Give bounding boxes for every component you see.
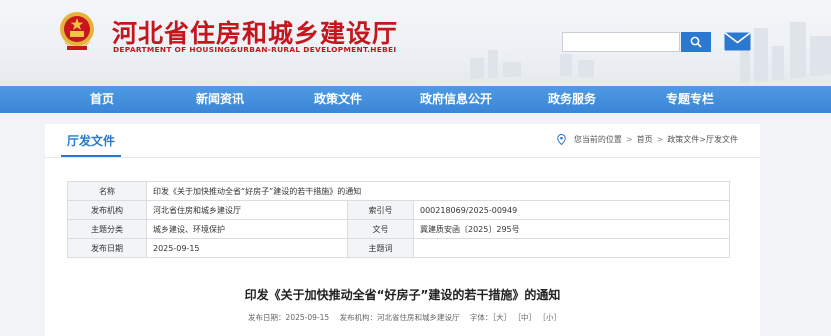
meta-key-date: 发布日期 <box>67 238 147 258</box>
table-row: 名称 印发《关于加快推动全省“好房子”建设的若干措施》的通知 <box>67 181 730 201</box>
font-size-medium-button[interactable]: ［中］ <box>514 313 537 322</box>
section-tab[interactable]: 厅发文件 <box>67 132 115 149</box>
meta-value-date: 2025-09-15 <box>146 238 348 258</box>
breadcrumb-home[interactable]: 首页 <box>637 134 653 145</box>
font-size-label: 字体： <box>469 313 493 322</box>
meta-value-index: 000218069/2025-00949 <box>413 200 730 220</box>
breadcrumb: 您当前的位置 > 首页 > 政策文件>厅发文件 <box>557 134 738 145</box>
search-icon <box>690 36 702 48</box>
breadcrumb-label: 您当前的位置 <box>573 135 622 144</box>
meta-key-index: 索引号 <box>347 200 414 220</box>
national-emblem-icon <box>60 12 94 50</box>
document-meta-table: 名称 印发《关于加快推动全省“好房子”建设的若干措施》的通知 发布机构 河北省住… <box>67 181 730 258</box>
main-nav: 首页 新闻资讯 政策文件 政府信息公开 政务服务 专题专栏 <box>0 86 831 113</box>
document-info-line: 发布日期：2025-09-15 发布机构：河北省住房和城乡建设厅 字体：［大］ … <box>45 312 760 323</box>
meta-value-org: 河北省住房和城乡建设厅 <box>146 200 348 220</box>
breadcrumb-separator: > <box>656 135 664 144</box>
location-pin-icon <box>557 134 566 145</box>
search-input[interactable] <box>562 32 680 52</box>
table-row: 主题分类 城乡建设、环境保护 文号 冀建质安函〔2025〕295号 <box>67 219 730 239</box>
table-row: 发布日期 2025-09-15 主题词 <box>67 238 730 258</box>
mail-icon[interactable] <box>724 32 751 51</box>
nav-item-news[interactable]: 新闻资讯 <box>165 86 275 113</box>
panel-divider <box>45 157 760 158</box>
site-header: 河北省住房和城乡建设厅 DEPARTMENT OF HOUSING&URBAN-… <box>0 0 831 86</box>
nav-item-home[interactable]: 首页 <box>47 86 157 113</box>
table-row: 发布机构 河北省住房和城乡建设厅 索引号 000218069/2025-0094… <box>67 200 730 220</box>
meta-key-name: 名称 <box>67 181 147 201</box>
nav-item-policy[interactable]: 政策文件 <box>283 86 393 113</box>
meta-key-topic: 主题分类 <box>67 219 147 239</box>
document-org: 发布机构：河北省住房和城乡建设厅 <box>339 313 460 322</box>
meta-value-topic: 城乡建设、环境保护 <box>146 219 348 239</box>
meta-key-docno: 文号 <box>347 219 414 239</box>
meta-value-docno: 冀建质安函〔2025〕295号 <box>413 219 730 239</box>
meta-key-org: 发布机构 <box>67 200 147 220</box>
meta-value-keyword <box>413 238 730 258</box>
site-subtitle: DEPARTMENT OF HOUSING&URBAN-RURAL DEVELO… <box>113 45 397 54</box>
search-button[interactable] <box>681 32 711 52</box>
meta-value-name: 印发《关于加快推动全省“好房子”建设的若干措施》的通知 <box>146 181 730 201</box>
content-panel: 厅发文件 您当前的位置 > 首页 > 政策文件>厅发文件 名称 印发《关于加快推… <box>45 124 760 336</box>
nav-item-services[interactable]: 政务服务 <box>517 86 627 113</box>
document-date: 发布日期：2025-09-15 <box>248 313 330 322</box>
breadcrumb-separator: > <box>625 135 633 144</box>
document-title: 印发《关于加快推动全省“好房子”建设的若干措施》的通知 <box>244 288 561 302</box>
font-size-large-button[interactable]: ［大］ <box>492 313 511 322</box>
nav-item-topics[interactable]: 专题专栏 <box>635 86 745 113</box>
font-size-small-button[interactable]: ［小］ <box>538 313 561 322</box>
breadcrumb-path[interactable]: 政策文件>厅发文件 <box>667 134 738 145</box>
nav-item-gov-info[interactable]: 政府信息公开 <box>401 86 511 113</box>
meta-key-keyword: 主题词 <box>347 238 414 258</box>
